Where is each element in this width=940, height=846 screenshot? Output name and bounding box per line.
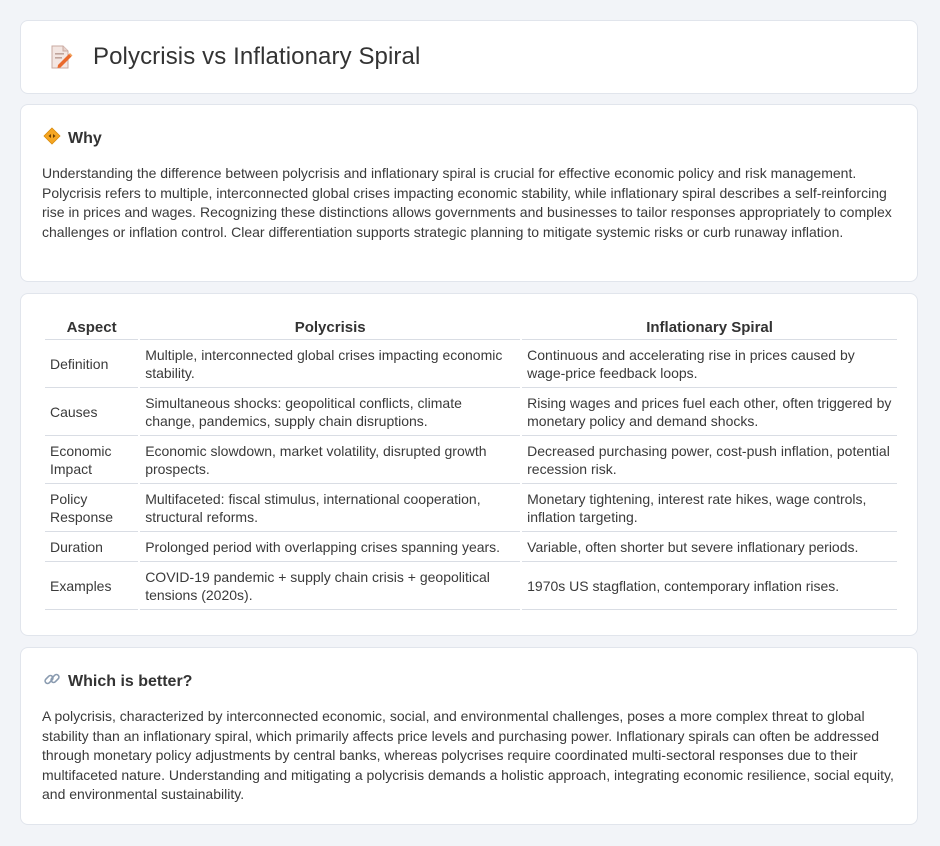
better-heading: Which is better?	[68, 672, 193, 690]
better-text: A polycrisis, characterized by interconn…	[42, 708, 894, 803]
table-row: Policy Response Multifaceted: fiscal sti…	[45, 484, 897, 532]
why-heading-row: Why	[43, 127, 102, 150]
why-text: Understanding the difference between pol…	[42, 165, 892, 240]
title-card: Polycrisis vs Inflationary Spiral	[20, 20, 918, 94]
table-row: Examples COVID-19 pandemic + supply chai…	[45, 562, 897, 610]
table-row: Causes Simultaneous shocks: geopolitical…	[45, 388, 897, 436]
inflationary-cell: Variable, often shorter but severe infla…	[522, 532, 897, 562]
which-is-better-section: Which is better? A polycrisis, character…	[20, 647, 918, 825]
aspect-cell: Duration	[45, 532, 139, 562]
inflationary-cell: Decreased purchasing power, cost-push in…	[522, 436, 897, 484]
polycrisis-cell: Multiple, interconnected global crises i…	[140, 340, 521, 388]
polycrisis-cell: COVID-19 pandemic + supply chain crisis …	[140, 562, 521, 610]
comparison-section: Aspect Polycrisis Inflationary Spiral De…	[20, 293, 918, 636]
header-polycrisis: Polycrisis	[140, 315, 521, 340]
polycrisis-cell: Prolonged period with overlapping crises…	[140, 532, 521, 562]
diamond-arrows-icon	[43, 127, 68, 150]
document-pencil-icon	[47, 44, 73, 70]
table-row: Duration Prolonged period with overlappi…	[45, 532, 897, 562]
polycrisis-cell: Simultaneous shocks: geopolitical confli…	[140, 388, 521, 436]
aspect-cell: Economic Impact	[45, 436, 139, 484]
header-aspect: Aspect	[45, 315, 139, 340]
header-inflationary-spiral: Inflationary Spiral	[522, 315, 897, 340]
comparison-table: Aspect Polycrisis Inflationary Spiral De…	[43, 315, 899, 610]
inflationary-cell: Monetary tightening, interest rate hikes…	[522, 484, 897, 532]
table-row: Economic Impact Economic slowdown, marke…	[45, 436, 897, 484]
title-row: Polycrisis vs Inflationary Spiral	[21, 21, 917, 93]
aspect-cell: Definition	[45, 340, 139, 388]
inflationary-cell: Continuous and accelerating rise in pric…	[522, 340, 897, 388]
aspect-cell: Policy Response	[45, 484, 139, 532]
aspect-cell: Examples	[45, 562, 139, 610]
aspect-cell: Causes	[45, 388, 139, 436]
page-title: Polycrisis vs Inflationary Spiral	[93, 43, 421, 70]
link-icon	[43, 670, 68, 693]
inflationary-cell: 1970s US stagflation, contemporary infla…	[522, 562, 897, 610]
inflationary-cell: Rising wages and prices fuel each other,…	[522, 388, 897, 436]
table-header-row: Aspect Polycrisis Inflationary Spiral	[45, 315, 897, 340]
polycrisis-cell: Economic slowdown, market volatility, di…	[140, 436, 521, 484]
table-row: Definition Multiple, interconnected glob…	[45, 340, 897, 388]
polycrisis-cell: Multifaceted: fiscal stimulus, internati…	[140, 484, 521, 532]
why-section: Why Understanding the difference between…	[20, 104, 918, 282]
better-heading-row: Which is better?	[43, 670, 192, 693]
why-heading: Why	[68, 129, 102, 147]
